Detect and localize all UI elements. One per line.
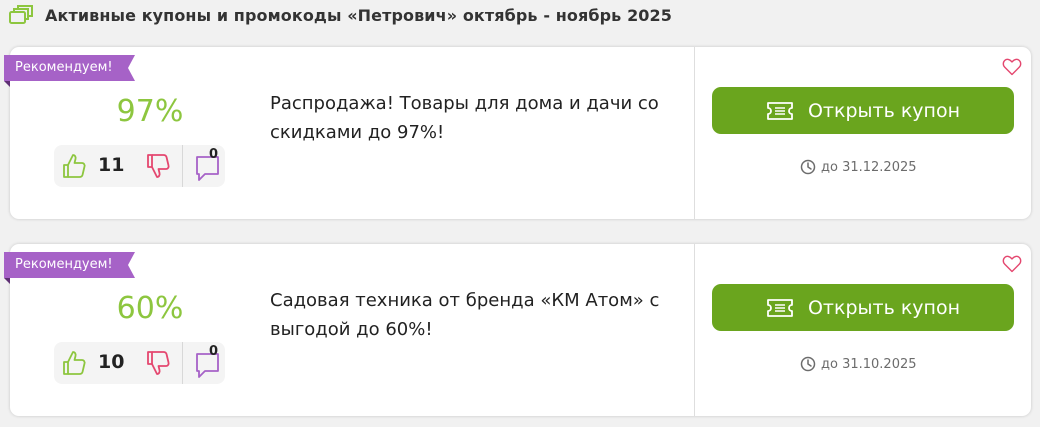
badge-label: Рекомендуем! (4, 252, 123, 278)
expiry-date: до 31.10.2025 (800, 356, 917, 372)
likes-count: 10 (98, 351, 125, 373)
coupons-stack-icon (9, 5, 33, 24)
thumbs-down-icon[interactable] (145, 152, 171, 180)
expiry-date: до 31.12.2025 (800, 159, 917, 175)
heart-icon[interactable] (1002, 58, 1022, 76)
expiry-text: до 31.10.2025 (821, 356, 917, 372)
page-header: Активные купоны и промокоды «Петрович» о… (9, 4, 672, 26)
thumbs-down-icon[interactable] (145, 349, 171, 377)
ticket-icon (767, 101, 793, 120)
comments-count: 0 (209, 344, 219, 359)
likes-count: 11 (98, 154, 125, 176)
open-coupon-label: Открыть купон (807, 99, 961, 122)
coupon-description: Распродажа! Товары для дома и дачи со ск… (270, 93, 659, 143)
vote-panel: 10 0 (54, 342, 225, 384)
ticket-icon (767, 298, 793, 317)
coupon-left-panel: Рекомендуем! 60% 10 0 (4, 244, 270, 416)
coupon-divider (694, 47, 695, 219)
coupon-left-panel: Рекомендуем! 97% 11 0 (4, 47, 270, 219)
open-coupon-label: Открыть купон (807, 296, 961, 319)
open-coupon-button[interactable]: Открыть купон (712, 284, 1014, 331)
heart-icon[interactable] (1002, 255, 1022, 273)
open-coupon-button[interactable]: Открыть купон (712, 87, 1014, 134)
clock-icon (800, 159, 816, 175)
clock-icon (800, 356, 816, 372)
coupon-description: Садовая техника от бренда «КМ Атом» с вы… (270, 290, 660, 340)
coupon-card: Рекомендуем! 60% 10 0 Садовая техника от… (4, 244, 1031, 416)
comments-count: 0 (209, 147, 219, 162)
vote-divider (182, 342, 183, 384)
vote-divider (182, 145, 183, 187)
ribbon-tail-icon (122, 252, 135, 278)
ribbon-fold-icon (4, 278, 10, 284)
coupon-divider (694, 244, 695, 416)
thumbs-up-icon[interactable] (61, 349, 87, 377)
page-title: Активные купоны и промокоды «Петрович» о… (45, 5, 672, 25)
ribbon-tail-icon (122, 55, 135, 81)
expiry-text: до 31.12.2025 (821, 159, 917, 175)
badge-label: Рекомендуем! (4, 55, 123, 81)
recommended-badge: Рекомендуем! (4, 252, 135, 284)
discount-percent: 97% (116, 94, 184, 129)
vote-panel: 11 0 (54, 145, 225, 187)
ribbon-fold-icon (4, 81, 10, 87)
discount-percent: 60% (116, 291, 184, 326)
coupon-card: Рекомендуем! 97% 11 0 Распродажа! Товары… (4, 47, 1031, 219)
recommended-badge: Рекомендуем! (4, 55, 135, 87)
thumbs-up-icon[interactable] (61, 152, 87, 180)
